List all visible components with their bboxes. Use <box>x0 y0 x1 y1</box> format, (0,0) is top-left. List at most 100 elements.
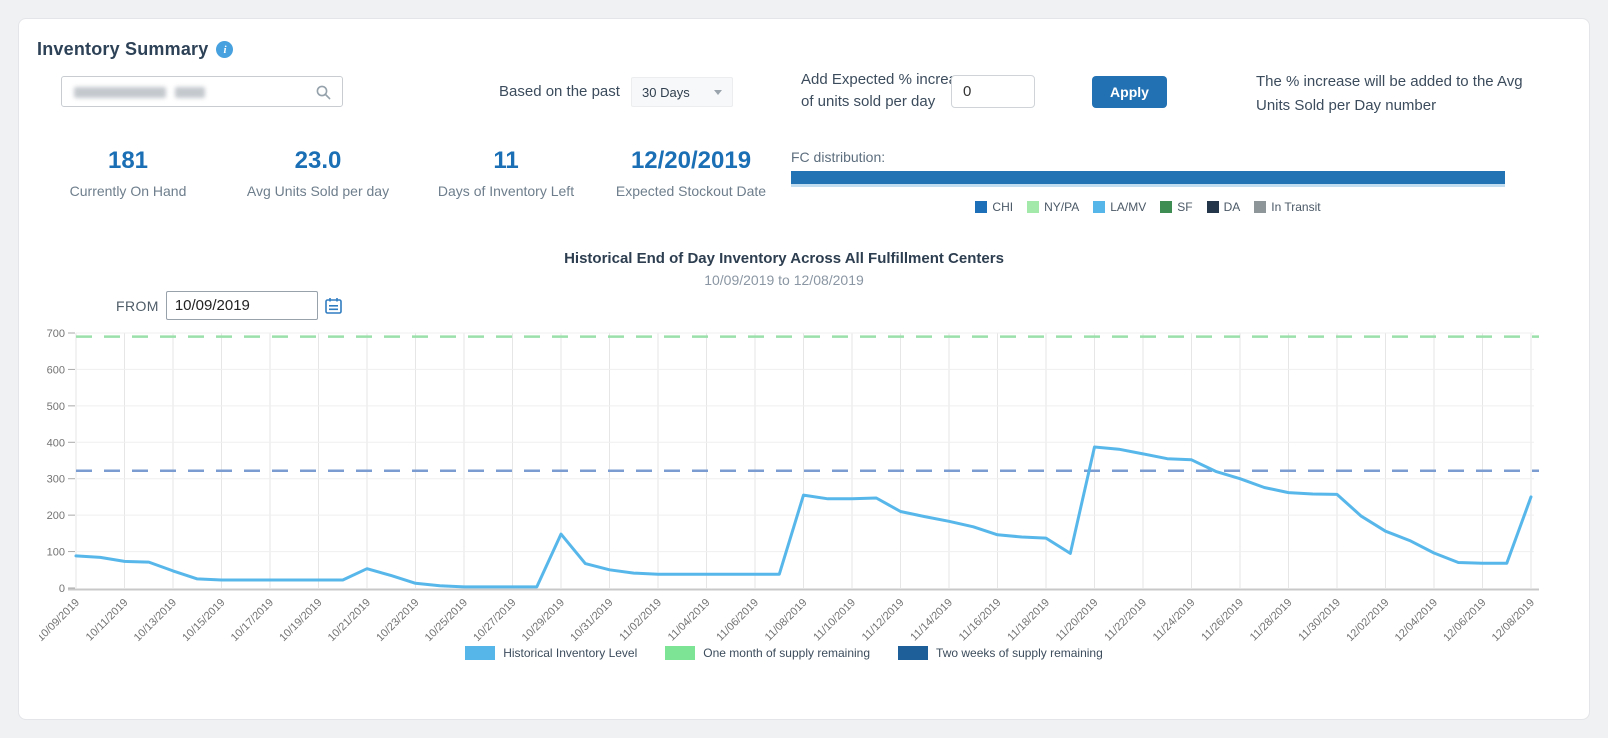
period-dropdown[interactable]: 30 Days <box>631 77 733 107</box>
svg-text:11/18/2019: 11/18/2019 <box>1005 597 1052 644</box>
legend-label: Two weeks of supply remaining <box>936 646 1103 660</box>
svg-text:10/31/2019: 10/31/2019 <box>568 597 615 644</box>
svg-text:10/23/2019: 10/23/2019 <box>374 597 421 644</box>
svg-text:500: 500 <box>47 401 65 413</box>
legend-label: One month of supply remaining <box>703 646 870 660</box>
fc-legend-item: DA <box>1207 200 1241 214</box>
svg-text:11/08/2019: 11/08/2019 <box>763 597 810 644</box>
legend-swatch <box>1207 201 1219 213</box>
from-label: FROM <box>116 298 159 314</box>
legend-label: DA <box>1224 200 1241 214</box>
search-input[interactable] <box>61 76 343 107</box>
chart-title: Historical End of Day Inventory Across A… <box>19 250 1549 267</box>
svg-text:11/16/2019: 11/16/2019 <box>957 597 1004 644</box>
legend-swatch <box>665 646 695 660</box>
chart-legend: Historical Inventory Level One month of s… <box>19 646 1549 660</box>
svg-text:300: 300 <box>47 474 65 486</box>
increase-label: Add Expected % increase of units sold pe… <box>801 69 973 113</box>
from-date-field[interactable] <box>166 291 318 320</box>
inventory-line-chart: 010020030040050060070010/09/201910/11/20… <box>39 319 1569 669</box>
from-date-row: FROM <box>116 291 342 320</box>
increase-note-line1: The % increase will be added to the Avg <box>1256 70 1561 94</box>
fc-distribution-label: FC distribution: <box>791 149 885 165</box>
chevron-down-icon <box>714 90 722 95</box>
inventory-summary-card: Inventory Summary i Based on the past 30… <box>18 18 1590 720</box>
fc-legend-item: In Transit <box>1254 200 1320 214</box>
svg-text:0: 0 <box>59 583 65 595</box>
svg-text:10/15/2019: 10/15/2019 <box>180 597 227 644</box>
fc-legend-item: CHI <box>975 200 1013 214</box>
chart-legend-item: Historical Inventory Level <box>465 646 637 660</box>
stat-label: Avg Units Sold per day <box>228 183 408 199</box>
stat-expected-stockout: 12/20/2019 Expected Stockout Date <box>591 147 791 199</box>
svg-text:11/24/2019: 11/24/2019 <box>1151 597 1198 644</box>
svg-text:600: 600 <box>47 364 65 376</box>
svg-text:10/09/2019: 10/09/2019 <box>39 597 82 644</box>
chart-legend-item: One month of supply remaining <box>665 646 870 660</box>
legend-swatch <box>1027 201 1039 213</box>
svg-text:10/17/2019: 10/17/2019 <box>229 597 276 644</box>
svg-text:10/27/2019: 10/27/2019 <box>471 597 518 644</box>
svg-text:11/06/2019: 11/06/2019 <box>714 597 761 644</box>
fc-legend-item: SF <box>1160 200 1192 214</box>
card-header: Inventory Summary i <box>37 39 233 60</box>
info-icon[interactable]: i <box>216 41 233 58</box>
svg-text:10/13/2019: 10/13/2019 <box>132 597 179 644</box>
fc-legend-item: NY/PA <box>1027 200 1079 214</box>
svg-text:12/06/2019: 12/06/2019 <box>1441 597 1488 644</box>
stat-days-of-inventory: 11 Days of Inventory Left <box>416 147 596 199</box>
svg-text:11/14/2019: 11/14/2019 <box>908 597 955 644</box>
stat-label: Days of Inventory Left <box>416 183 596 199</box>
increase-note-line2: Units Sold per Day number <box>1256 94 1561 118</box>
search-icon[interactable] <box>315 84 332 106</box>
page-title: Inventory Summary <box>37 39 208 60</box>
period-dropdown-value: 30 Days <box>642 85 714 100</box>
svg-text:11/30/2019: 11/30/2019 <box>1296 597 1343 644</box>
stat-label: Expected Stockout Date <box>591 183 791 199</box>
svg-text:700: 700 <box>47 328 65 340</box>
svg-text:10/21/2019: 10/21/2019 <box>326 597 373 644</box>
svg-text:11/02/2019: 11/02/2019 <box>617 597 664 644</box>
legend-swatch <box>1254 201 1266 213</box>
legend-label: LA/MV <box>1110 200 1146 214</box>
legend-swatch <box>1093 201 1105 213</box>
svg-text:11/10/2019: 11/10/2019 <box>811 597 858 644</box>
increase-label-line1: Add Expected % increase <box>801 69 973 91</box>
svg-text:10/29/2019: 10/29/2019 <box>520 597 567 644</box>
stat-value: 12/20/2019 <box>591 147 791 175</box>
calendar-icon[interactable] <box>325 297 342 314</box>
fc-distribution-bar <box>791 171 1505 187</box>
legend-swatch <box>975 201 987 213</box>
svg-text:11/26/2019: 11/26/2019 <box>1199 597 1246 644</box>
svg-text:12/08/2019: 12/08/2019 <box>1490 597 1537 644</box>
stat-value: 23.0 <box>228 147 408 175</box>
chart-subtitle: 10/09/2019 to 12/08/2019 <box>19 272 1549 288</box>
svg-text:12/04/2019: 12/04/2019 <box>1393 597 1440 644</box>
svg-text:400: 400 <box>47 437 65 449</box>
legend-swatch <box>898 646 928 660</box>
svg-text:10/19/2019: 10/19/2019 <box>277 597 324 644</box>
increase-percent-field[interactable] <box>951 75 1035 108</box>
based-on-label: Based on the past <box>499 83 620 100</box>
increase-note: The % increase will be added to the Avg … <box>1256 70 1561 118</box>
svg-text:11/22/2019: 11/22/2019 <box>1102 597 1149 644</box>
svg-text:11/12/2019: 11/12/2019 <box>860 597 907 644</box>
chart-legend-item: Two weeks of supply remaining <box>898 646 1103 660</box>
search-redacted-text <box>74 87 205 98</box>
legend-label: CHI <box>992 200 1013 214</box>
stat-value: 11 <box>416 147 596 175</box>
increase-label-line2: of units sold per day <box>801 91 973 113</box>
stat-avg-units-sold: 23.0 Avg Units Sold per day <box>228 147 408 199</box>
stat-currently-on-hand: 181 Currently On Hand <box>38 147 218 199</box>
apply-button[interactable]: Apply <box>1092 76 1167 108</box>
svg-text:12/02/2019: 12/02/2019 <box>1344 597 1391 644</box>
legend-label: In Transit <box>1271 200 1320 214</box>
svg-text:100: 100 <box>47 547 65 559</box>
svg-text:11/28/2019: 11/28/2019 <box>1248 597 1295 644</box>
stat-label: Currently On Hand <box>38 183 218 199</box>
legend-label: NY/PA <box>1044 200 1079 214</box>
fc-distribution-legend: CHI NY/PA LA/MV SF DA In Transit <box>791 200 1505 214</box>
svg-text:11/20/2019: 11/20/2019 <box>1054 597 1101 644</box>
fc-legend-item: LA/MV <box>1093 200 1146 214</box>
svg-text:10/11/2019: 10/11/2019 <box>84 597 131 644</box>
